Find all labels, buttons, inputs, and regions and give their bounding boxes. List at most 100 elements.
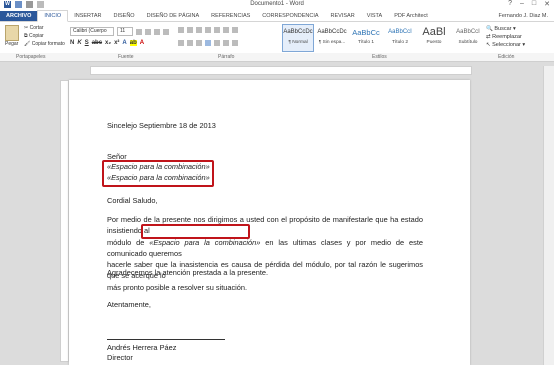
tab-revisar[interactable]: REVISAR [325, 11, 361, 21]
editing-group: 🔍 Buscar ▾ ⇄ Reemplazar ↖ Seleccionar ▾ [486, 25, 525, 49]
paragraph-row-2 [178, 40, 238, 46]
style-name: Subtítulo [458, 40, 478, 45]
decrease-indent-icon[interactable] [205, 27, 211, 33]
highlight-box-module [141, 224, 250, 239]
font-color-icon[interactable]: A [140, 40, 144, 46]
style-preview: AaBbCcI [456, 29, 480, 35]
group-font-label: Fuente [118, 54, 134, 60]
minimize-icon[interactable]: – [520, 0, 524, 8]
styles-gallery: AaBbCcDc ¶ Normal AaBbCcDc ¶ Sin espa...… [282, 24, 484, 52]
font-format-row: N K S abc x₂ x² A ab A [70, 40, 144, 46]
tab-insertar[interactable]: INSERTAR [68, 11, 107, 21]
highlight-icon[interactable]: ab [129, 40, 137, 46]
style-preview: AaBbCc [352, 28, 380, 37]
italic-icon[interactable]: K [77, 40, 81, 46]
multilevel-list-icon[interactable] [196, 27, 202, 33]
style-name: Puesto [426, 40, 442, 45]
numbering-icon[interactable] [187, 27, 193, 33]
paste-button[interactable]: Pegar [5, 25, 19, 47]
cut-button[interactable]: ✂ Cortar [24, 24, 65, 32]
copy-button[interactable]: ⧉ Copiar [24, 32, 65, 40]
justify-icon[interactable] [205, 40, 211, 46]
tab-vista[interactable]: VISTA [361, 11, 389, 21]
style-no-spacing[interactable]: AaBbCcDc ¶ Sin espa... [316, 24, 348, 52]
style-preview: AaBbCcDc [317, 29, 347, 35]
letter-date: Sincelejo Septiembre 18 de 2013 [107, 121, 216, 130]
clipboard-actions: ✂ Cortar ⧉ Copiar 🖌 Copiar formato [24, 24, 65, 48]
borders-icon[interactable] [232, 40, 238, 46]
replace-icon: ⇄ [486, 34, 491, 40]
align-center-icon[interactable] [187, 40, 193, 46]
align-left-icon[interactable] [178, 40, 184, 46]
find-button[interactable]: 🔍 Buscar ▾ [486, 25, 525, 33]
window-title: Documento1 - Word [250, 1, 304, 7]
vertical-ruler[interactable] [60, 80, 69, 362]
font-name-select[interactable]: Calibri (Cuerpo [70, 27, 114, 36]
closing-line: Atentamente, [107, 300, 151, 309]
style-name: ¶ Sin espa... [318, 40, 346, 45]
ribbon-tabs: ARCHIVO INICIO INSERTAR DISEÑO DISEÑO DE… [0, 10, 554, 22]
style-subtitle[interactable]: AaBbCcI Subtítulo [452, 24, 484, 52]
text-effects-icon[interactable]: A [122, 40, 126, 46]
style-name: ¶ Normal [288, 40, 308, 45]
bold-icon[interactable]: N [70, 40, 74, 46]
clear-format-icon[interactable] [163, 28, 169, 35]
change-case-icon[interactable] [154, 28, 160, 35]
show-marks-icon[interactable] [232, 27, 238, 33]
document-page[interactable]: Sincelejo Septiembre 18 de 2013 Señor «E… [69, 80, 470, 365]
line-spacing-icon[interactable] [214, 40, 220, 46]
subscript-icon[interactable]: x₂ [105, 40, 111, 46]
help-icon[interactable]: ? [508, 0, 512, 8]
tab-referencias[interactable]: REFERENCIAS [205, 11, 256, 21]
tab-diseno-de-pagina[interactable]: DISEÑO DE PÁGINA [141, 11, 206, 21]
maximize-icon[interactable]: □ [532, 0, 536, 8]
format-painter-button[interactable]: 🖌 Copiar formato [24, 40, 65, 48]
tab-diseno[interactable]: DISEÑO [108, 11, 141, 21]
style-preview: AaBbCcI [388, 29, 412, 35]
bullets-icon[interactable] [178, 27, 184, 33]
style-preview: AaBbCcDc [283, 29, 313, 35]
paragraph-row-1 [178, 27, 238, 33]
vertical-scrollbar[interactable] [543, 66, 554, 365]
style-heading-1[interactable]: AaBbCc Título 1 [350, 24, 382, 52]
underline-icon[interactable]: S [85, 40, 89, 46]
group-editing-label: Edición [498, 54, 515, 60]
style-name: Título 1 [358, 40, 374, 45]
title-bar: W Documento1 - Word ? – □ ✕ [0, 0, 554, 11]
user-name[interactable]: Fernando J. Diaz M. [498, 11, 548, 21]
select-button[interactable]: ↖ Seleccionar ▾ [486, 41, 525, 49]
font-size-select[interactable]: 11 [117, 27, 133, 36]
paste-label: Pegar [5, 41, 19, 47]
signer-role: Director [107, 353, 133, 362]
sort-icon[interactable] [223, 27, 229, 33]
superscript-icon[interactable]: x² [114, 40, 119, 46]
find-label: Buscar [494, 26, 512, 32]
close-icon[interactable]: ✕ [544, 0, 550, 8]
strikethrough-icon[interactable]: abc [92, 40, 102, 46]
shading-icon[interactable] [223, 40, 229, 46]
shrink-font-icon[interactable] [145, 28, 151, 35]
tab-inicio[interactable]: INICIO [37, 10, 69, 22]
style-title[interactable]: AaBl Puesto [418, 24, 450, 52]
greeting: Cordial Saludo, [107, 196, 158, 205]
clipboard-icon [5, 25, 19, 41]
tab-archivo[interactable]: ARCHIVO [0, 11, 38, 21]
tab-correspondencia[interactable]: CORRESPONDENCIA [256, 11, 324, 21]
style-preview: AaBl [422, 26, 446, 38]
style-heading-2[interactable]: AaBbCcI Título 2 [384, 24, 416, 52]
replace-button[interactable]: ⇄ Reemplazar [486, 33, 525, 41]
increase-indent-icon[interactable] [214, 27, 220, 33]
tab-pdf-architect[interactable]: PDF Architect [388, 11, 434, 21]
select-label: Seleccionar [492, 42, 521, 48]
grow-font-icon[interactable] [136, 28, 142, 35]
group-styles-label: Estilos [372, 54, 387, 60]
ribbon-group-labels: Portapapeles Fuente Párrafo Estilos Edic… [0, 53, 554, 62]
horizontal-ruler[interactable] [90, 66, 472, 75]
replace-label: Reemplazar [492, 34, 522, 40]
align-right-icon[interactable] [196, 40, 202, 46]
highlight-box-recipient [102, 160, 214, 187]
select-icon: ↖ [486, 42, 491, 48]
style-normal[interactable]: AaBbCcDc ¶ Normal [282, 24, 314, 52]
signer-name: Andrés Herrera Páez [107, 343, 177, 352]
format-painter-label: Copiar formato [31, 41, 65, 47]
